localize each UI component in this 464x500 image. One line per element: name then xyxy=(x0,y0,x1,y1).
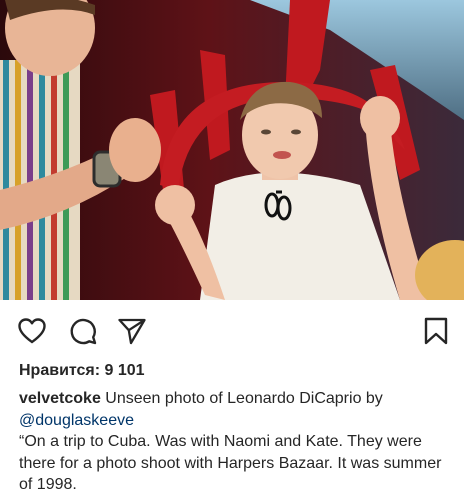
post-action-bar xyxy=(0,300,464,358)
caption-text: Unseen photo of Leonardo DiCaprio by xyxy=(100,390,383,407)
likes-count[interactable]: Нравится: 9 101 xyxy=(19,362,145,380)
bookmark-icon xyxy=(424,317,448,345)
like-button[interactable] xyxy=(17,316,47,346)
post-photo[interactable] xyxy=(0,0,464,300)
paper-plane-icon xyxy=(118,318,146,345)
caption-mention[interactable]: @douglaskeeve xyxy=(19,412,134,429)
heart-icon xyxy=(18,318,46,344)
share-button[interactable] xyxy=(117,316,147,346)
caption-username[interactable]: velvetcoke xyxy=(19,390,101,407)
post-photo-image xyxy=(0,0,464,300)
post-caption: velvetcoke Unseen photo of Leonardo DiCa… xyxy=(19,388,459,496)
instagram-post: Нравится: 9 101 velvetcoke Unseen photo … xyxy=(0,0,464,500)
save-button[interactable] xyxy=(421,316,451,346)
comment-button[interactable] xyxy=(68,316,98,346)
caption-quote: “On a trip to Cuba. Was with Naomi and K… xyxy=(19,433,442,493)
comment-bubble-icon xyxy=(70,318,97,345)
